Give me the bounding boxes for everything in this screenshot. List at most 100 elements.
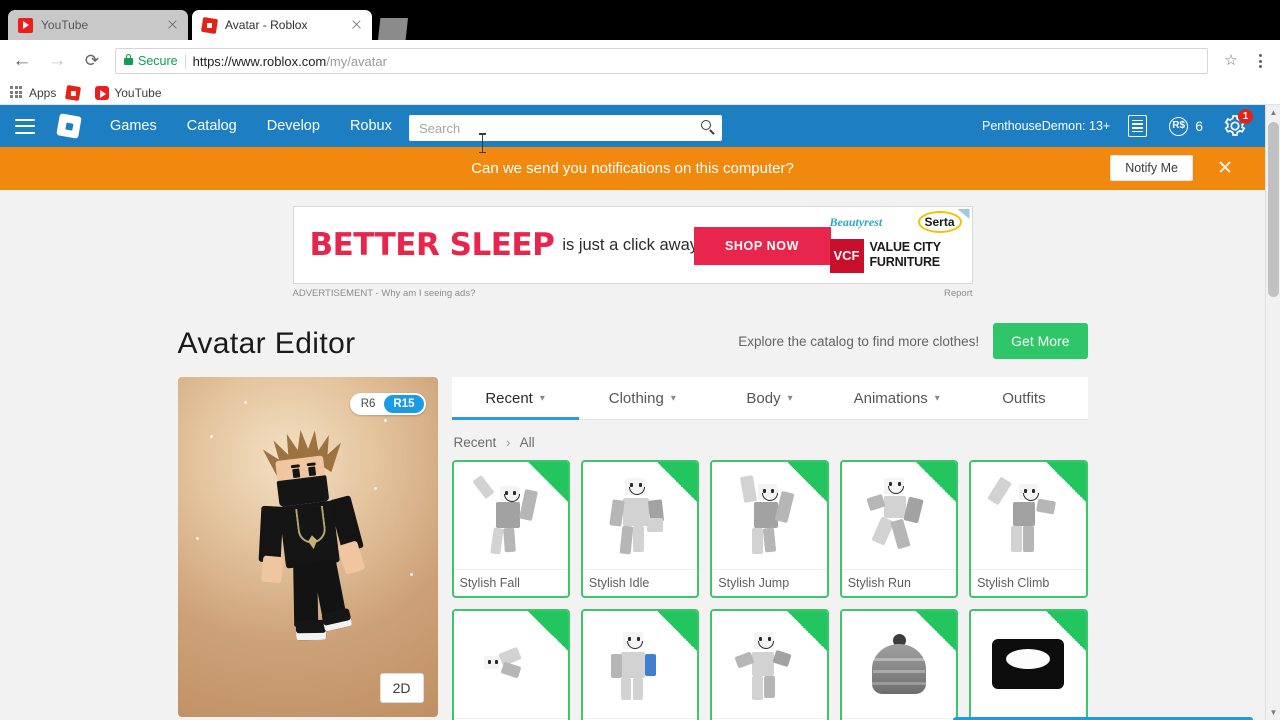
tab-label: Outfits (1002, 389, 1046, 407)
settings-button[interactable]: 1 (1223, 109, 1253, 138)
roblox-navbar: Games Catalog Develop Robux PenthouseDem… (0, 105, 1265, 147)
tab-recent[interactable]: Recent ▾ (451, 377, 579, 420)
browser-window: YouTube Avatar - Roblox ← → ⟳ Secure htt… (0, 0, 1280, 720)
ad-report-link[interactable]: Report (944, 288, 973, 299)
equipped-indicator (527, 462, 568, 502)
search-icon[interactable] (696, 115, 722, 141)
nav-link-develop[interactable]: Develop (267, 118, 320, 134)
item-card[interactable] (969, 609, 1088, 720)
browser-tab-roblox[interactable]: Avatar - Roblox (192, 10, 372, 40)
tab-animations[interactable]: Animations ▾ (833, 377, 960, 419)
robux-balance[interactable]: R$ 6 (1169, 116, 1203, 136)
scroll-up-icon[interactable]: ▲ (1266, 105, 1280, 120)
browser-toolbar: ← → ⟳ Secure https://www.roblox.com/my/a… (0, 40, 1280, 82)
bookmark-star-icon[interactable]: ☆ (1218, 48, 1244, 74)
get-more-button[interactable]: Get More (993, 323, 1088, 359)
item-card[interactable]: Stylish Fall (451, 460, 570, 598)
tab-outfits[interactable]: Outfits (960, 377, 1087, 419)
nav-link-catalog[interactable]: Catalog (187, 118, 237, 134)
inventory-list-icon[interactable] (1128, 115, 1148, 137)
chrome-menu-icon[interactable] (1248, 48, 1272, 74)
vcf-logo-name: VALUE CITY FURNITURE (869, 240, 942, 269)
chevron-down-icon: ▾ (670, 392, 676, 404)
bookmark-apps[interactable]: Apps (10, 86, 56, 100)
rig-type-toggle[interactable]: R6 R15 (349, 393, 426, 415)
rig-option-r15[interactable]: R15 (384, 395, 424, 413)
item-card[interactable]: Stylish Idle (580, 460, 700, 598)
new-tab-button[interactable] (378, 18, 408, 40)
chevron-down-icon: ▾ (787, 392, 793, 404)
rig-option-r6[interactable]: R6 (352, 395, 385, 413)
nav-link-games[interactable]: Games (110, 118, 157, 134)
bookmarks-bar: Apps YouTube (0, 82, 1280, 105)
item-name: Stylish Fall (453, 569, 568, 596)
advertisement-banner[interactable]: BETTER SLEEP is just a click away. SHOP … (292, 206, 973, 284)
page-content: BETTER SLEEP is just a click away. SHOP … (0, 206, 1265, 720)
item-card[interactable]: Stylish Run (839, 460, 959, 598)
youtube-icon (18, 17, 33, 33)
bookmark-youtube[interactable]: YouTube (95, 86, 162, 100)
breadcrumb-current[interactable]: All (520, 435, 535, 450)
ad-shop-now-button[interactable]: SHOP NOW (693, 227, 831, 265)
notification-badge: 1 (1238, 109, 1253, 124)
robux-icon: R$ (1169, 116, 1189, 136)
url-text: https://www.roblox.com/my/avatar (193, 54, 387, 69)
browser-tab-youtube[interactable]: YouTube (8, 10, 188, 40)
tab-label: Clothing (608, 389, 664, 407)
hamburger-icon[interactable] (15, 118, 35, 134)
tab-label: Animations (853, 389, 928, 407)
scrollbar-thumb[interactable] (1268, 122, 1279, 297)
tab-body[interactable]: Body ▾ (706, 377, 833, 419)
close-icon[interactable] (1217, 159, 1233, 175)
address-bar[interactable]: Secure https://www.roblox.com/my/avatar (115, 48, 1208, 74)
item-card[interactable]: Stylish Climb (969, 460, 1088, 598)
notify-me-button[interactable]: Notify Me (1110, 155, 1193, 181)
lock-icon (124, 53, 133, 65)
editor-tabs: Recent ▾ Clothing ▾ Body ▾ Animations ▾ … (451, 377, 1088, 420)
item-thumbnail (841, 462, 957, 569)
page-title: Avatar Editor (177, 327, 356, 360)
url-domain: https://www.roblox.com (192, 53, 327, 69)
item-card[interactable] (451, 609, 570, 720)
roblox-logo-icon[interactable] (56, 113, 82, 139)
item-card[interactable] (710, 609, 829, 720)
bookmark-label: YouTube (114, 86, 162, 100)
reload-icon[interactable]: ⟳ (79, 48, 105, 74)
item-card[interactable]: Stylish Jump (710, 460, 829, 598)
item-card[interactable] (839, 609, 959, 720)
avatar-figure (225, 415, 404, 681)
roblox-icon (65, 84, 82, 102)
item-thumbnail (582, 611, 698, 718)
back-icon[interactable]: ← (9, 48, 35, 74)
view-2d-button[interactable]: 2D (379, 673, 424, 703)
equipped-indicator (786, 611, 827, 651)
search-box[interactable] (409, 115, 722, 141)
search-input[interactable] (409, 120, 696, 136)
bookmark-roblox[interactable] (65, 84, 85, 102)
equipped-indicator (1045, 462, 1086, 502)
tab-label: Recent (485, 389, 533, 407)
tab-clothing[interactable]: Clothing ▾ (579, 377, 706, 419)
tab-label: Body (746, 389, 781, 407)
item-thumbnail (971, 611, 1086, 718)
ad-disclosure[interactable]: ADVERTISEMENT - Why am I seeing ads? (293, 288, 476, 299)
roblox-icon (200, 16, 219, 34)
vcf-logo-mark: VCF (829, 239, 864, 273)
url-path: /my/avatar (326, 53, 387, 69)
username-label[interactable]: PenthouseDemon: 13+ (982, 119, 1110, 133)
bookmark-label: Apps (29, 86, 57, 100)
close-icon[interactable] (166, 18, 180, 32)
nav-link-robux[interactable]: Robux (350, 118, 392, 134)
equipped-indicator (657, 611, 698, 651)
chevron-right-icon: › (506, 435, 511, 450)
breadcrumb-root[interactable]: Recent (454, 435, 497, 450)
page-scrollbar[interactable]: ▲ ▼ (1265, 105, 1280, 720)
close-icon[interactable] (350, 18, 364, 32)
item-card[interactable] (580, 609, 700, 720)
equipped-indicator (527, 611, 568, 651)
serta-logo: Serta (917, 211, 962, 233)
explore-catalog-text: Explore the catalog to find more clothes… (738, 333, 980, 349)
avatar-preview-panel[interactable]: R6 R15 2D (177, 377, 438, 717)
browser-chrome: YouTube Avatar - Roblox ← → ⟳ Secure htt… (0, 0, 1280, 105)
scroll-down-icon[interactable]: ▼ (1266, 705, 1280, 720)
